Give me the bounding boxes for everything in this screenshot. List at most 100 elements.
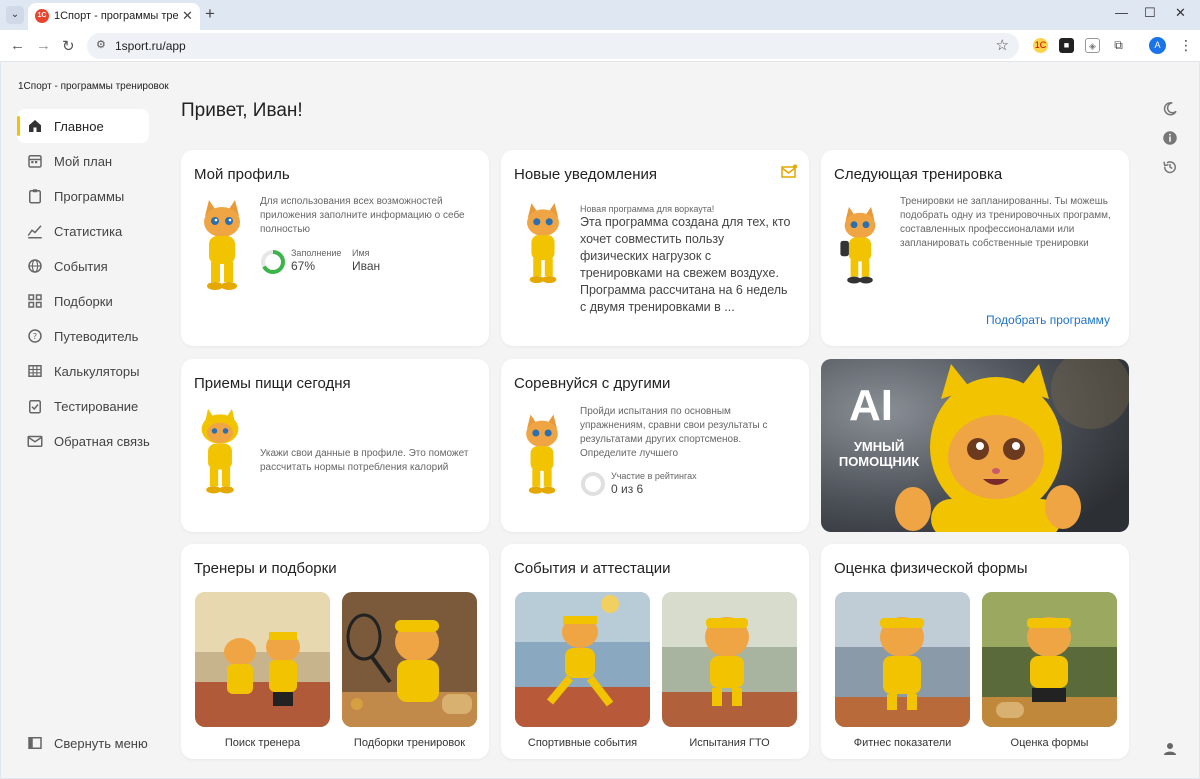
meals-hint-text: Укажи свои данные в профиле. Это поможет… [260,448,469,473]
sidebar-item-events[interactable]: События [17,249,149,283]
page-title: Привет, Иван! [181,100,303,121]
history-icon[interactable] [1161,158,1179,176]
browser-toolbar: ← → ↻ ⚙ 1sport.ru/app ☆ 1С ■ ◈ ⧉ A ⋮ [0,30,1200,62]
app-root: 1Спорт - программы тренировок Главное Мо… [1,62,1199,778]
sidebar-item-calculators[interactable]: Калькуляторы [17,354,149,388]
url-text: 1sport.ru/app [115,39,186,53]
browser-tab-strip: ⌄ 1С 1Спорт - программы тренировок ✕ + —… [0,0,1200,30]
extensions-puzzle-icon[interactable]: ⧉ [1111,38,1126,53]
compete-card[interactable]: Соревнуйся с другими Пройди испытания по… [501,359,809,532]
tile-label: Подборки тренировок [353,737,466,749]
sidebar-item-programs[interactable]: Программы [17,179,149,213]
sidebar-item-feedback[interactable]: Обратная связь [17,424,150,458]
ai-assistant-banner[interactable]: AI УМНЫЙ ПОМОЩНИК [821,359,1129,532]
sidebar-item-label: Программы [54,189,125,204]
browser-tab[interactable]: 1С 1Спорт - программы тренировок ✕ [28,3,200,30]
card-title: Новые уведомления [514,166,658,183]
cat-mascot-image [527,203,559,284]
address-bar[interactable]: ⚙ 1sport.ru/app ☆ [87,33,1019,59]
tab-close-icon[interactable]: ✕ [182,8,193,24]
calendar-icon [28,155,42,168]
site-info-icon[interactable]: ⚙ [96,38,106,51]
ai-banner-line-2: ПОМОЩНИК [838,454,920,469]
tile-label: Оценка формы [1010,737,1089,749]
tile-label: Поиск тренера [224,737,301,749]
profile-fill-progress-ring [261,250,285,274]
card-title: События и аттестации [514,560,671,577]
card-title: Приемы пищи сегодня [194,375,351,392]
info-icon[interactable] [1161,129,1179,147]
table-icon [28,365,42,377]
mail-icon [27,435,43,447]
sidebar-item-statistics[interactable]: Статистика [17,214,149,248]
grid-icon [28,294,42,308]
shield-extension-icon[interactable]: ◈ [1085,38,1100,53]
help-icon: ? [28,329,42,343]
card-title: Оценка физической формы [834,560,1028,577]
browser-menu-icon[interactable]: ⋮ [1179,37,1193,54]
user-icon[interactable] [1161,740,1179,758]
events-card[interactable]: События и аттестации Спортивные события … [501,544,809,759]
collapse-menu-button[interactable]: Свернуть меню [17,726,149,760]
profile-card[interactable]: Мой профиль Для использования всех возмо… [181,150,489,346]
name-value: Иван [352,259,381,273]
forward-icon[interactable]: → [36,37,51,54]
fitness-card[interactable]: Оценка физической формы Фитнес показател… [821,544,1129,759]
card-title: Мой профиль [194,166,290,183]
card-title: Тренеры и подборки [194,560,337,577]
new-tab-button[interactable]: + [205,4,215,24]
sidebar-item-home[interactable]: Главное [17,109,149,143]
maximize-icon[interactable]: ☐ [1144,5,1156,21]
choose-program-link[interactable]: Подобрать программу [986,313,1110,327]
cat-mascot-image [204,200,240,290]
rating-value: 0 из 6 [611,482,644,496]
minimize-icon[interactable]: — [1115,5,1128,20]
clipboard-icon [29,189,41,204]
tile-label: Испытания ГТО [689,737,770,749]
chart-icon [27,225,42,239]
profile-hint-text: Для использования всех возможностей прил… [260,196,465,235]
workout-collections-image [342,592,477,727]
sidebar-item-label: Тестирование [54,399,139,414]
moon-icon[interactable] [1161,100,1179,118]
back-icon[interactable]: ← [10,37,25,54]
card-title: Соревнуйся с другими [514,375,671,392]
card-title: Следующая тренировка [834,166,1003,183]
checklist-icon [29,400,41,414]
close-window-icon[interactable]: ✕ [1175,5,1186,21]
sidebar-item-label: Главное [54,119,104,134]
notification-text: Эта программа создана для тех, кто хочет… [580,215,791,314]
sidebar-item-label: Калькуляторы [54,364,140,379]
meals-card[interactable]: Приемы пищи сегодня Укажи свои данные в … [181,359,489,532]
notifications-card[interactable]: Новые уведомления Новая программа для во… [501,150,809,346]
sidebar-item-my-plan[interactable]: Мой план [17,144,149,178]
profile-avatar[interactable]: A [1149,37,1166,54]
tile-label: Фитнес показатели [853,737,952,749]
home-icon [29,120,41,132]
tab-search-button[interactable]: ⌄ [6,6,24,24]
form-assessment-image [982,592,1117,727]
fitness-indicators-image [835,592,970,727]
sidebar-item-label: Путеводитель [54,329,139,344]
cat-mascot-image [840,206,876,284]
sidebar-item-label: Мой план [54,154,113,169]
next-workout-text: Тренировки не запланированны. Ты можешь … [900,196,1111,249]
gto-tests-image [662,592,797,727]
next-workout-card[interactable]: Следующая тренировка Тренировки не запла… [821,150,1129,346]
cat-mascot-image [201,408,239,494]
ai-banner-line-1: УМНЫЙ [853,439,905,454]
trainers-card[interactable]: Тренеры и подборки Поиск тренера Подборк… [181,544,489,759]
sidebar-item-guide[interactable]: ? Путеводитель [17,319,149,353]
cat-mascot-image [526,414,558,494]
bookmark-star-icon[interactable]: ☆ [996,36,1009,54]
ai-banner-big-text: AI [849,381,893,430]
new-mail-icon[interactable] [781,164,797,178]
sidebar-item-testing[interactable]: Тестирование [17,389,149,423]
sidebar-item-label: События [54,259,108,274]
fill-value: 67% [291,259,316,273]
extension-1c-icon[interactable]: 1С [1033,38,1048,53]
extension-square-icon[interactable]: ■ [1059,38,1074,53]
collapse-menu-label: Свернуть меню [54,736,148,751]
reload-icon[interactable]: ↻ [62,37,75,55]
sidebar-item-collections[interactable]: Подборки [17,284,149,318]
